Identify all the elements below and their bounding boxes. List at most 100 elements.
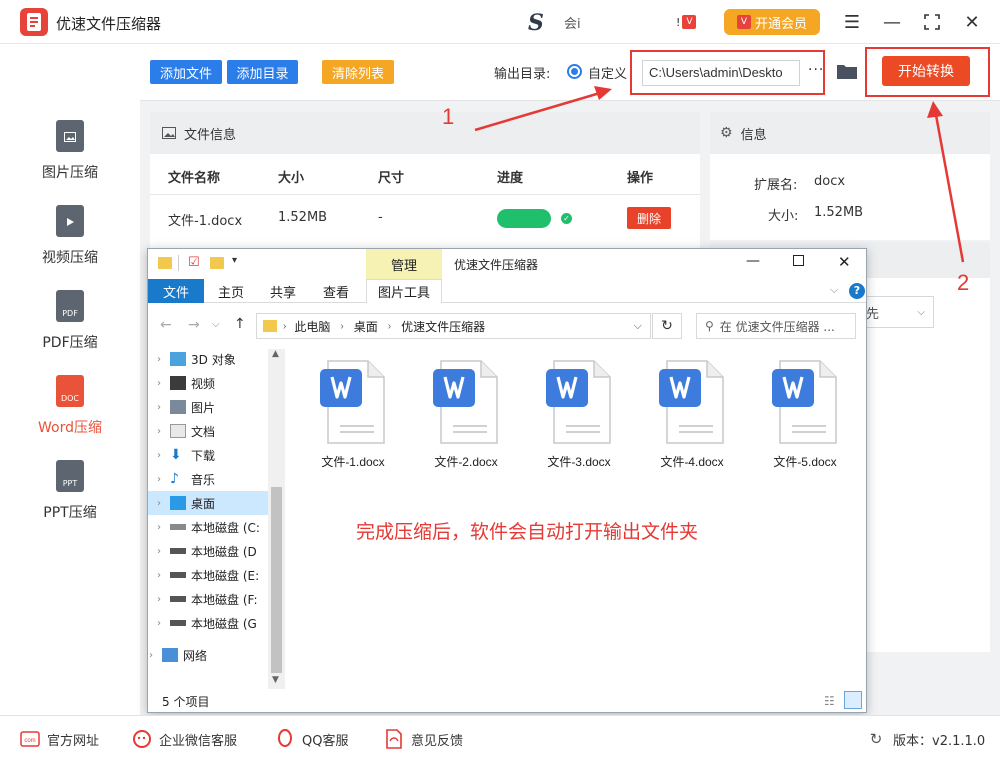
file-tile[interactable]: 文件-4.docx bbox=[647, 359, 737, 479]
vip-button[interactable]: V 开通会员 bbox=[724, 9, 820, 35]
scroll-down-icon[interactable]: ▼ bbox=[272, 675, 279, 685]
sidebar-item-word[interactable]: DOC Word压缩 bbox=[0, 375, 140, 455]
custom-radio-label[interactable]: 自定义 bbox=[588, 63, 627, 82]
sidebar-item-image[interactable]: 图片压缩 bbox=[0, 120, 140, 200]
search-placeholder: 在 优速文件压缩器 ... bbox=[719, 319, 835, 334]
wechat-label: 企业微信客服 bbox=[159, 733, 238, 749]
breadcrumb-desktop[interactable]: 桌面 bbox=[354, 318, 378, 335]
picture-icon bbox=[170, 400, 186, 414]
item-count: 5 个项目 bbox=[162, 695, 210, 709]
nav-item[interactable]: › 网络 bbox=[140, 643, 260, 667]
qq-icon bbox=[275, 729, 295, 749]
details-view-icon[interactable]: ☷ bbox=[824, 694, 835, 708]
music-icon: ♪ bbox=[170, 471, 179, 487]
breadcrumb-pc[interactable]: 此电脑 bbox=[294, 318, 330, 335]
back-icon[interactable]: ← bbox=[160, 317, 172, 333]
annotation-number-1: 1 bbox=[442, 104, 455, 129]
sidebar-item-label: PPT压缩 bbox=[43, 505, 97, 521]
minimize-icon[interactable]: — bbox=[746, 253, 760, 269]
close-icon[interactable]: ✕ bbox=[838, 253, 851, 271]
new-folder-icon[interactable] bbox=[210, 257, 224, 269]
sidebar-item-label: Word压缩 bbox=[38, 420, 102, 436]
nav-item[interactable]: › 本地磁盘 (E: bbox=[148, 563, 268, 587]
nav-item-selected[interactable]: › 桌面 bbox=[148, 491, 268, 515]
file-tile[interactable]: 文件-2.docx bbox=[421, 359, 511, 479]
explorer-title-bar: ☑ ▾ 管理 优速文件压缩器 — ✕ bbox=[148, 249, 866, 279]
file-name: 文件-5.docx bbox=[773, 455, 837, 469]
folder-icon[interactable] bbox=[836, 62, 858, 80]
word-doc-icon bbox=[546, 359, 612, 445]
promo-text: 会i bbox=[564, 17, 581, 32]
file-tile[interactable]: 文件-5.docx bbox=[760, 359, 850, 479]
tab-home[interactable]: 主页 bbox=[208, 279, 254, 303]
vip-badge-icon[interactable]: ! V bbox=[676, 12, 702, 32]
address-bar[interactable]: › 此电脑 › 桌面 › 优速文件压缩器 ⌵ bbox=[256, 313, 651, 339]
nav-item[interactable]: › 本地磁盘 (F: bbox=[148, 587, 268, 611]
nav-item[interactable]: › 本地磁盘 (G bbox=[148, 611, 268, 635]
file-tile[interactable]: 文件-1.docx bbox=[308, 359, 398, 479]
word-doc-icon bbox=[320, 359, 386, 445]
tab-view[interactable]: 查看 bbox=[313, 279, 359, 303]
nav-item[interactable]: › 本地磁盘 (C: bbox=[148, 515, 268, 539]
tab-file[interactable]: 文件 bbox=[148, 279, 204, 303]
qq-label: QQ客服 bbox=[302, 733, 349, 749]
nav-label: 下载 bbox=[191, 448, 216, 463]
nav-item[interactable]: › 视频 bbox=[148, 371, 268, 395]
nav-item[interactable]: › ⬇ 下载 bbox=[148, 443, 268, 467]
version-info[interactable]: ↻ 版本：v2.1.1.0 bbox=[866, 729, 985, 749]
minimize-icon[interactable]: — bbox=[878, 8, 906, 36]
refresh-icon[interactable]: ↻ bbox=[652, 313, 682, 339]
col-header-progress: 进度 bbox=[497, 171, 524, 186]
file-tile[interactable]: 文件-3.docx bbox=[534, 359, 624, 479]
maximize-icon[interactable] bbox=[918, 8, 946, 36]
nav-label: 网络 bbox=[183, 648, 208, 663]
tab-share[interactable]: 共享 bbox=[260, 279, 306, 303]
feedback-link[interactable]: 意见反馈 bbox=[384, 729, 463, 749]
network-icon bbox=[162, 648, 178, 662]
nav-item[interactable]: › 文档 bbox=[148, 419, 268, 443]
folder-icon bbox=[158, 257, 172, 269]
maximize-icon[interactable] bbox=[793, 255, 804, 266]
app-title: 优速文件压缩器 bbox=[56, 15, 162, 33]
wechat-icon bbox=[132, 729, 152, 749]
scroll-up-icon[interactable]: ▲ bbox=[272, 349, 279, 359]
sidebar-item-ppt[interactable]: PPT PPT压缩 bbox=[0, 460, 140, 540]
output-dir-label: 输出目录: bbox=[494, 67, 551, 82]
properties-icon[interactable]: ☑ bbox=[188, 255, 200, 270]
quick-access-dropdown-icon[interactable]: ▾ bbox=[232, 255, 237, 266]
address-dropdown-icon[interactable]: ⌵ bbox=[634, 320, 642, 333]
search-input[interactable]: ⚲ 在 优速文件压缩器 ... bbox=[696, 313, 856, 339]
breadcrumb-folder[interactable]: 优速文件压缩器 bbox=[401, 318, 485, 335]
nav-item[interactable]: › 本地磁盘 (D bbox=[148, 539, 268, 563]
custom-radio[interactable] bbox=[567, 64, 582, 79]
help-icon[interactable]: ? bbox=[849, 283, 865, 299]
delete-button[interactable]: 删除 bbox=[627, 207, 671, 229]
close-icon[interactable]: ✕ bbox=[958, 8, 986, 36]
up-icon[interactable]: ↑ bbox=[234, 316, 246, 332]
qq-service-link[interactable]: QQ客服 bbox=[275, 729, 348, 749]
forward-icon[interactable]: → bbox=[188, 317, 200, 333]
sidebar-item-video[interactable]: 视频压缩 bbox=[0, 205, 140, 285]
tab-picture-tools[interactable]: 图片工具 bbox=[366, 279, 442, 303]
desktop-icon bbox=[170, 496, 186, 510]
large-icons-view-icon[interactable] bbox=[844, 691, 862, 709]
sidebar-item-label: 图片压缩 bbox=[42, 165, 98, 181]
explorer-window: ☑ ▾ 管理 优速文件压缩器 — ✕ 文件 主页 共享 查看 图片工具 ⌵ ? … bbox=[147, 248, 867, 713]
recent-dropdown-icon[interactable]: ⌵ bbox=[212, 319, 220, 330]
ribbon-expand-icon[interactable]: ⌵ bbox=[830, 283, 838, 297]
vip-label: 开通会员 bbox=[754, 16, 807, 32]
website-link[interactable]: com 官方网址 bbox=[20, 729, 99, 749]
add-file-button[interactable]: 添加文件 bbox=[150, 60, 222, 84]
wechat-service-link[interactable]: 企业微信客服 bbox=[132, 729, 237, 749]
nav-item[interactable]: › 图片 bbox=[148, 395, 268, 419]
add-folder-button[interactable]: 添加目录 bbox=[227, 60, 298, 84]
address-row: ← → ⌵ ↑ › 此电脑 › 桌面 › 优速文件压缩器 ⌵ ↻ ⚲ 在 优速文… bbox=[148, 311, 866, 341]
quality-select[interactable]: 先 ⌵ bbox=[862, 296, 934, 328]
sidebar-item-pdf[interactable]: PDF PDF压缩 bbox=[0, 290, 140, 370]
nav-item[interactable]: › ♪ 音乐 bbox=[148, 467, 268, 491]
manage-context-tab[interactable]: 管理 bbox=[366, 249, 442, 279]
clear-list-button[interactable]: 清除列表 bbox=[322, 60, 394, 84]
nav-scrollbar-thumb[interactable] bbox=[271, 487, 282, 673]
menu-icon[interactable]: ☰ bbox=[838, 8, 866, 36]
nav-item[interactable]: › 3D 对象 bbox=[148, 347, 268, 371]
